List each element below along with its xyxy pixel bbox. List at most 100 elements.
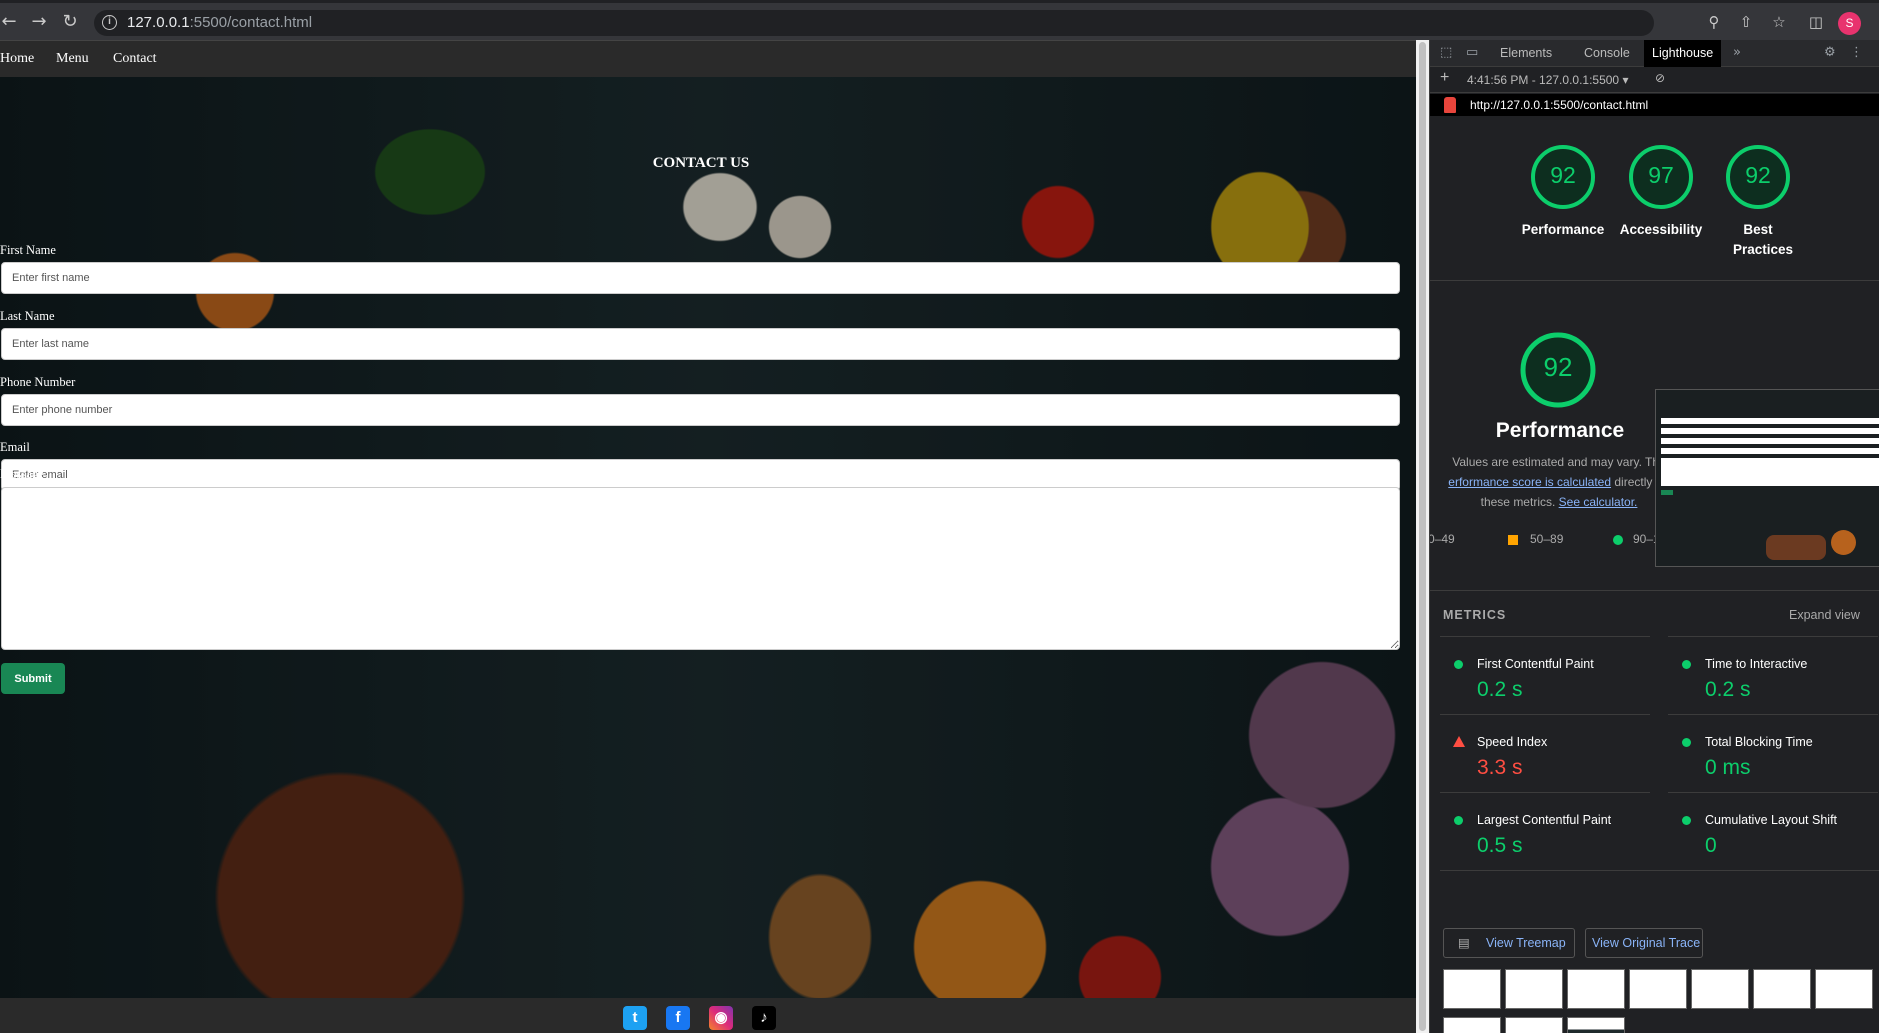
status-good-icon	[1454, 816, 1463, 825]
metric-value: 0 ms	[1705, 756, 1751, 779]
performance-heading: Performance	[1495, 419, 1625, 442]
site-footer: t f ◉ ♪	[0, 998, 1416, 1033]
tab-console[interactable]: Console	[1576, 40, 1638, 67]
filmstrip-frame	[1629, 969, 1687, 1009]
expand-view-toggle[interactable]: Expand view	[1789, 608, 1860, 622]
nav-link-menu[interactable]: Menu	[56, 51, 89, 67]
zoom-icon[interactable]: ⚲	[1704, 12, 1724, 32]
status-good-icon	[1682, 738, 1691, 747]
accessibility-score-label: Accessibility	[1619, 222, 1703, 237]
best-practices-gauge[interactable]: 92	[1725, 144, 1791, 210]
forward-icon[interactable]: →	[28, 11, 50, 33]
tiktok-icon[interactable]: ♪	[752, 1006, 776, 1030]
metric-tti: Time to Interactive 0.2 s	[1668, 636, 1878, 714]
metric-name: Time to Interactive	[1705, 657, 1808, 671]
best-practices-score: 92	[1745, 162, 1771, 188]
reload-icon[interactable]: ↻	[59, 11, 81, 33]
performance-large-score: 92	[1543, 352, 1573, 382]
filmstrip-frame	[1443, 1017, 1501, 1033]
address-bar[interactable]: i 127.0.0.1:5500/contact.html	[94, 10, 1654, 36]
accessibility-gauge[interactable]: 97	[1628, 144, 1694, 210]
filmstrip-frame	[1691, 969, 1749, 1009]
nav-link-contact[interactable]: Contact	[113, 51, 157, 67]
filmstrip-frame	[1505, 969, 1563, 1009]
best-practices-score-label: Best Practices	[1733, 222, 1794, 257]
legend-average-swatch	[1508, 535, 1518, 545]
page-title: CONTACT US	[652, 155, 750, 171]
message-field[interactable]	[1, 487, 1400, 650]
clear-icon[interactable]: ⊘	[1655, 71, 1665, 85]
status-poor-icon	[1453, 736, 1465, 747]
tab-elements[interactable]: Elements	[1492, 40, 1560, 67]
metric-cls: Cumulative Layout Shift 0	[1668, 792, 1878, 870]
filmstrip-frame	[1505, 1017, 1563, 1033]
lighthouse-logo-icon	[1444, 97, 1456, 113]
view-trace-button[interactable]: View Original Trace	[1585, 928, 1703, 958]
url-text[interactable]: 127.0.0.1:5500/contact.html	[127, 14, 312, 31]
browser-toolbar: ← → ↻ i 127.0.0.1:5500/contact.html ⚲ ⇧ …	[0, 0, 1879, 40]
phone-field[interactable]	[1, 394, 1400, 426]
metric-name: First Contentful Paint	[1477, 657, 1594, 671]
metric-name: Cumulative Layout Shift	[1705, 813, 1838, 827]
report-url[interactable]: http://127.0.0.1:5500/contact.html	[1470, 98, 1648, 112]
kebab-menu-icon[interactable]: ⋮	[1850, 45, 1863, 60]
page-screenshot-thumbnail	[1655, 389, 1879, 567]
web-page: Home Menu Contact CONTACT US First Name …	[0, 40, 1416, 1033]
twitter-icon[interactable]: t	[623, 1006, 647, 1030]
treemap-icon: ▤	[1458, 935, 1470, 950]
filmstrip-frame	[1753, 969, 1811, 1009]
site-info-icon[interactable]: i	[102, 15, 117, 30]
last-name-label: Last Name	[0, 309, 55, 323]
share-icon[interactable]: ⇧	[1736, 12, 1756, 32]
legend-average: 50–89	[1530, 532, 1564, 546]
legend-poor: 0–49	[1429, 532, 1455, 546]
see-calculator-link[interactable]: See calculator.	[1559, 495, 1638, 509]
instagram-icon[interactable]: ◉	[709, 1006, 733, 1030]
devtools-panel: ⬚ ▭ Elements Console Lighthouse » ⚙ ⋮ + …	[1429, 40, 1879, 1033]
avatar[interactable]: S	[1838, 12, 1861, 35]
view-treemap-label: View Treemap	[1486, 936, 1566, 950]
metric-name: Speed Index	[1477, 735, 1548, 749]
metrics-heading: METRICS	[1443, 608, 1507, 622]
new-report-icon[interactable]: +	[1440, 69, 1449, 87]
settings-gear-icon[interactable]: ⚙	[1824, 45, 1836, 60]
nav-link-home[interactable]: Home	[0, 51, 34, 67]
report-url-bar: http://127.0.0.1:5500/contact.html	[1430, 94, 1879, 116]
bookmark-star-icon[interactable]: ☆	[1769, 12, 1789, 32]
back-icon[interactable]: ←	[0, 11, 20, 33]
metric-value: 3.3 s	[1477, 756, 1523, 779]
metric-value: 0.2 s	[1705, 678, 1751, 701]
performance-score: 92	[1550, 162, 1576, 188]
metric-fcp: First Contentful Paint 0.2 s	[1440, 636, 1650, 714]
divider	[1430, 590, 1879, 591]
score-legend: 0–49 50–89 90–100	[1430, 532, 1690, 548]
last-name-field[interactable]	[1, 328, 1400, 360]
status-good-icon	[1682, 660, 1691, 669]
filmstrip-frame	[1567, 1017, 1625, 1033]
submit-button[interactable]: Submit	[1, 663, 65, 694]
report-selector[interactable]: 4:41:56 PM - 127.0.0.1:5500 ▾	[1467, 73, 1628, 87]
facebook-icon[interactable]: f	[666, 1006, 690, 1030]
side-panel-icon[interactable]: ◫	[1806, 12, 1826, 32]
metric-lcp: Largest Contentful Paint 0.5 s	[1440, 792, 1650, 870]
inspect-element-icon[interactable]: ⬚	[1440, 45, 1452, 60]
metric-value: 0.5 s	[1477, 834, 1523, 857]
scrollbar-thumb[interactable]	[1419, 42, 1426, 1031]
more-tabs-icon[interactable]: »	[1733, 45, 1741, 60]
performance-gauge[interactable]: 92	[1530, 144, 1596, 210]
status-good-icon	[1454, 660, 1463, 669]
tab-lighthouse[interactable]: Lighthouse	[1644, 40, 1722, 67]
email-label: Email	[0, 440, 30, 454]
filmstrip-frame	[1815, 969, 1873, 1009]
score-calculated-link[interactable]: erformance score is calculated	[1448, 475, 1611, 489]
message-label: Message	[0, 467, 44, 481]
performance-large-gauge: 92	[1518, 330, 1598, 410]
filmstrip-frame	[1443, 969, 1501, 1009]
device-toolbar-icon[interactable]: ▭	[1466, 45, 1478, 60]
metric-speed-index: Speed Index 3.3 s	[1440, 714, 1650, 792]
first-name-field[interactable]	[1, 262, 1400, 294]
devtools-tabbar: ⬚ ▭ Elements Console Lighthouse » ⚙ ⋮	[1430, 40, 1879, 67]
metric-name: Largest Contentful Paint	[1477, 813, 1612, 827]
metric-value: 0	[1705, 834, 1717, 857]
view-treemap-button[interactable]: ▤ View Treemap	[1443, 928, 1575, 958]
